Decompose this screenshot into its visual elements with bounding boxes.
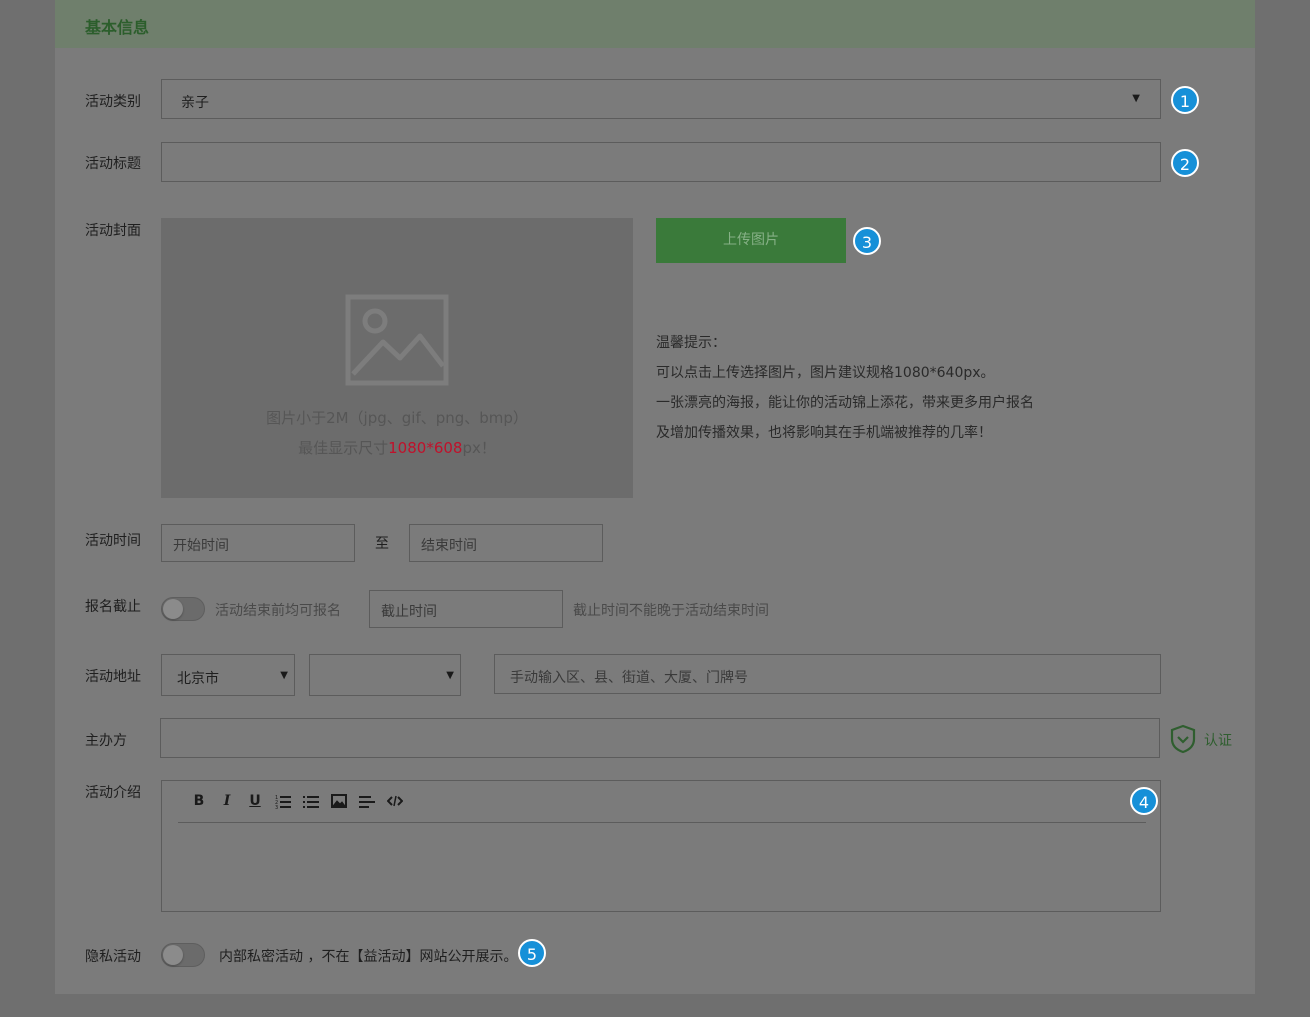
cover-hint-prefix: 最佳显示尺寸 (298, 439, 389, 457)
address-detail-placeholder: 手动输入区、县、街道、大厦、门牌号 (510, 670, 748, 686)
toolbar-divider (178, 822, 1146, 823)
code-icon[interactable] (387, 793, 403, 809)
cover-hint-size-value: 1080*608 (388, 439, 463, 457)
tips-line-3: 及增加传播效果，也将影响其在手机端被推荐的几率！ (656, 425, 992, 441)
privacy-label: 隐私活动 (85, 949, 141, 965)
section-title: 基本信息 (85, 18, 150, 37)
category-label: 活动类别 (85, 94, 141, 110)
cover-dropzone[interactable]: 图片小于2M（jpg、gif、png、bmp） 最佳显示尺寸1080*608px… (161, 218, 633, 498)
deadline-placeholder: 截止时间 (381, 604, 437, 620)
category-value: 亲子 (181, 95, 209, 111)
step-badge-5: 5 (518, 939, 546, 967)
deadline-label: 报名截止 (85, 599, 141, 615)
cover-hint-size: 图片小于2M（jpg、gif、png、bmp） (266, 409, 528, 427)
align-icon[interactable] (359, 793, 375, 809)
upload-image-button[interactable]: 上传图片 (656, 218, 846, 263)
title-input[interactable] (161, 142, 1161, 182)
chevron-down-icon: ▼ (280, 670, 288, 681)
privacy-text: 内部私密活动 ，不在【益活动】网站公开展示。 (219, 949, 518, 965)
chevron-down-icon: ▼ (446, 670, 454, 681)
step-badge-1: 1 (1171, 86, 1199, 114)
time-label: 活动时间 (85, 533, 141, 549)
cover-hint-suffix: px！ (462, 439, 496, 457)
verify-link[interactable]: 认证 (1204, 730, 1232, 750)
bold-button[interactable]: B (190, 793, 208, 809)
district-select[interactable]: ▼ (309, 654, 461, 696)
cover-label: 活动封面 (85, 223, 141, 239)
deadline-note: 截止时间不能晚于活动结束时间 (573, 603, 769, 619)
tips-line-1: 可以点击上传选择图片，图片建议规格1080*640px。 (656, 365, 995, 381)
underline-button[interactable]: U (246, 793, 264, 809)
image-placeholder-icon (345, 294, 449, 386)
chevron-down-icon: ▼ (1132, 93, 1140, 104)
tips-line-2: 一张漂亮的海报，能让你的活动锦上添花，带来更多用户报名 (656, 395, 1034, 411)
privacy-toggle[interactable] (161, 943, 205, 967)
city-select[interactable]: 北京市 ▼ (161, 654, 295, 696)
organizer-input[interactable] (160, 718, 1160, 758)
italic-button[interactable]: I (218, 793, 236, 809)
svg-text:3: 3 (275, 805, 278, 809)
image-icon[interactable] (331, 793, 347, 809)
end-time-input[interactable]: 结束时间 (409, 524, 603, 562)
shield-check-icon[interactable] (1170, 724, 1196, 754)
deadline-toggle-text: 活动结束前均可报名 (215, 603, 341, 619)
start-time-placeholder: 开始时间 (173, 538, 229, 554)
category-select[interactable]: 亲子 ▼ (161, 79, 1161, 119)
address-label: 活动地址 (85, 669, 141, 685)
start-time-input[interactable]: 开始时间 (161, 524, 355, 562)
deadline-toggle[interactable] (161, 597, 205, 621)
end-time-placeholder: 结束时间 (421, 538, 477, 554)
deadline-input[interactable]: 截止时间 (369, 590, 563, 628)
time-separator: 至 (375, 536, 389, 552)
title-label: 活动标题 (85, 156, 141, 172)
city-value: 北京市 (177, 671, 219, 687)
tips-title: 温馨提示： (656, 335, 726, 351)
ordered-list-icon[interactable]: 123 (275, 793, 291, 809)
section-header: 基本信息 (55, 0, 1255, 48)
address-detail-input[interactable]: 手动输入区、县、街道、大厦、门牌号 (494, 654, 1161, 694)
organizer-label: 主办方 (85, 733, 127, 749)
cover-hint-dimension: 最佳显示尺寸1080*608px！ (161, 437, 633, 458)
unordered-list-icon[interactable] (303, 793, 319, 809)
step-badge-2: 2 (1171, 149, 1199, 177)
step-badge-3: 3 (853, 227, 881, 255)
intro-label: 活动介绍 (85, 785, 141, 801)
step-badge-4: 4 (1130, 787, 1158, 815)
